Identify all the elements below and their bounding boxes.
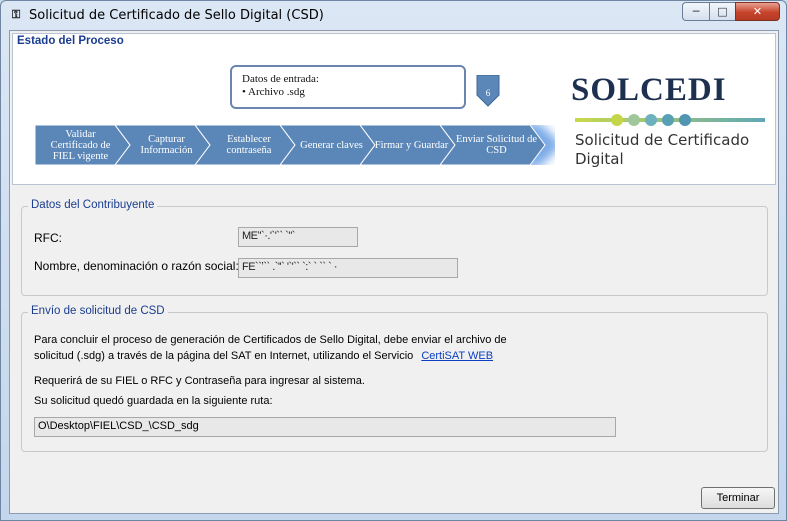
logo-dot-2 xyxy=(628,114,640,126)
saved-path-label: Su solicitud quedó guardada en la siguie… xyxy=(34,395,273,407)
name-field[interactable]: FE``ʼ`` .`''` '`'`` `:` ` `` ` · xyxy=(238,258,458,278)
step-marker-number: 6 xyxy=(485,88,491,98)
maximize-button[interactable]: □ xyxy=(709,2,735,21)
callout-item: • Archivo .sdg xyxy=(242,86,305,98)
rfc-field[interactable]: MEʻ'`·.'`'`` `"` xyxy=(238,227,358,247)
callout-title: Datos de entrada: xyxy=(242,73,319,85)
finish-button[interactable]: Terminar xyxy=(701,487,775,509)
taxpayer-legend: Datos del Contribuyente xyxy=(28,199,158,211)
instructions-line-2: solicitud (.sdg) a través de la página d… xyxy=(34,348,734,364)
step-label-6: Enviar Solicitud de CSD xyxy=(455,134,538,156)
logo-dot-3 xyxy=(645,114,657,126)
logo-subtitle: Solicitud de Certificado Digital xyxy=(575,131,750,168)
title-bar[interactable]: ⚿ Solicitud de Certificado de Sello Digi… xyxy=(1,1,786,29)
name-label: Nombre, denominación o razón social: xyxy=(34,259,239,273)
window-controls: ─ □ ✕ xyxy=(682,2,780,21)
instructions-line-2-text: solicitud (.sdg) a través de la página d… xyxy=(34,350,414,362)
input-data-callout: Datos de entrada: • Archivo .sdg xyxy=(230,65,466,109)
rfc-label: RFC: xyxy=(34,231,62,245)
dialog-body: Estado del Proceso Datos de entrada: • A… xyxy=(9,30,779,514)
main-window: ⚿ Solicitud de Certificado de Sello Digi… xyxy=(0,0,787,521)
step-label-1: Validar Certificado de FIEL vigente xyxy=(50,128,111,162)
app-icon: ⚿ xyxy=(11,8,21,21)
minimize-button[interactable]: ─ xyxy=(682,2,709,21)
logo-dot-4 xyxy=(662,114,674,126)
submission-legend: Envío de solicitud de CSD xyxy=(28,305,168,317)
solcedi-logo: SOLCEDI xyxy=(571,72,727,108)
close-button[interactable]: ✕ xyxy=(735,2,780,21)
logo-dot-1 xyxy=(611,114,623,126)
instructions-line-1: Para concluir el proceso de generación d… xyxy=(34,334,507,346)
window-title: Solicitud de Certificado de Sello Digita… xyxy=(29,8,324,23)
process-heading: Estado del Proceso xyxy=(17,35,124,47)
saved-path-field[interactable]: O\Desktop\FIEL\CSD_\CSD_sdg xyxy=(34,417,616,437)
taxpayer-group: Datos del Contribuyente RFC: MEʻ'`·.'`'`… xyxy=(21,199,768,296)
logo-dot-5 xyxy=(679,114,691,126)
certisat-link[interactable]: CertiSAT WEB xyxy=(421,350,493,362)
process-steps: Validar Certificado de FIEL vigente Capt… xyxy=(35,125,555,165)
fiel-requirement-text: Requerirá de su FIEL o RFC y Contraseña … xyxy=(34,375,365,387)
process-panel: Estado del Proceso Datos de entrada: • A… xyxy=(12,33,776,185)
